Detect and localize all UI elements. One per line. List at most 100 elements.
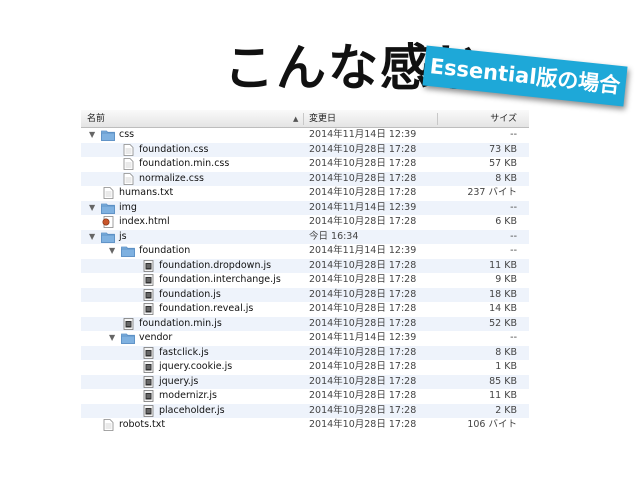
disclosure-triangle-icon[interactable]: ▼	[89, 203, 95, 212]
item-modified-date: 2014年11月14日 12:39	[309, 201, 417, 213]
finder-list-view: 名前 ▲ 変更日 サイズ ▼ css 2014年11月14日 12:39 -- foun…	[81, 110, 529, 440]
item-name[interactable]: foundation.min.css	[139, 157, 229, 172]
item-modified-date: 2014年10月28日 17:28	[309, 259, 417, 271]
file-row[interactable]: foundation.reveal.js 2014年10月28日 17:28 14 …	[81, 302, 529, 317]
item-name[interactable]: css	[119, 128, 134, 143]
item-size: 9 KB	[495, 274, 517, 285]
script-file-icon	[121, 317, 135, 330]
disclosure-triangle-icon[interactable]: ▼	[109, 246, 115, 255]
column-header-name[interactable]: 名前	[87, 110, 105, 128]
script-file-icon	[141, 303, 155, 315]
script-file-icon	[141, 375, 155, 388]
item-modified-date: 2014年10月28日 17:28	[309, 375, 417, 387]
folder-row[interactable]: ▼ js 今日 16:34 --	[81, 229, 529, 245]
folder-icon	[121, 332, 135, 344]
file-row[interactable]: foundation.css 2014年10月28日 17:28 73 KB	[81, 142, 529, 158]
file-row[interactable]: normalize.css 2014年10月28日 17:28 8 KB	[81, 171, 529, 187]
item-name[interactable]: img	[119, 201, 137, 216]
file-row[interactable]: fastclick.js 2014年10月28日 17:28 8 KB	[81, 345, 529, 361]
item-size: 8 KB	[495, 346, 517, 358]
column-header-bar: 名前 ▲ 変更日 サイズ	[81, 110, 529, 128]
item-name[interactable]: index.html	[119, 215, 170, 230]
script-file-icon	[141, 259, 155, 272]
item-name[interactable]: foundation.dropdown.js	[159, 259, 271, 274]
script-file-icon	[141, 288, 155, 301]
file-row[interactable]: robots.txt 2014年10月28日 17:28 106 バイト	[81, 418, 529, 433]
folder-row[interactable]: ▼ css 2014年11月14日 12:39 --	[81, 128, 529, 143]
folder-icon	[101, 202, 115, 214]
file-row[interactable]: index.html 2014年10月28日 17:28 6 KB	[81, 215, 529, 230]
file-row[interactable]: humans.txt 2014年10月28日 17:28 237 バイト	[81, 186, 529, 201]
item-modified-date: 2014年10月28日 17:28	[309, 404, 417, 416]
column-header-size[interactable]: サイズ	[443, 110, 517, 128]
item-size: 18 KB	[489, 288, 517, 300]
item-size: 237 バイト	[467, 187, 517, 198]
document-icon	[121, 158, 135, 170]
folder-row[interactable]: ▼ img 2014年11月14日 12:39 --	[81, 200, 529, 216]
item-size: 14 KB	[489, 303, 517, 314]
document-icon	[101, 187, 115, 199]
column-divider[interactable]	[303, 113, 304, 125]
item-size: 2 KB	[495, 404, 517, 416]
sort-ascending-icon[interactable]: ▲	[293, 110, 298, 128]
item-size: 6 KB	[495, 216, 517, 227]
file-row[interactable]: jquery.cookie.js 2014年10月28日 17:28 1 KB	[81, 360, 529, 375]
item-modified-date: 2014年10月28日 17:28	[309, 187, 417, 198]
item-name[interactable]: jquery.js	[159, 375, 198, 390]
item-modified-date: 2014年11月14日 12:39	[309, 129, 417, 140]
item-modified-date: 2014年10月28日 17:28	[309, 274, 417, 285]
folder-icon	[101, 231, 115, 243]
item-name[interactable]: foundation.reveal.js	[159, 302, 253, 317]
script-file-icon	[141, 346, 155, 359]
folder-row[interactable]: ▼ vendor 2014年11月14日 12:39 --	[81, 331, 529, 346]
item-modified-date: 2014年11月14日 12:39	[309, 245, 417, 256]
item-modified-date: 2014年10月28日 17:28	[309, 361, 417, 372]
file-row[interactable]: foundation.interchange.js 2014年10月28日 17:…	[81, 273, 529, 288]
script-file-icon	[141, 361, 155, 373]
file-rows: ▼ css 2014年11月14日 12:39 -- foundation.css 201…	[81, 128, 529, 433]
item-name[interactable]: normalize.css	[139, 172, 204, 187]
item-name[interactable]: foundation.interchange.js	[159, 273, 281, 288]
item-modified-date: 2014年10月28日 17:28	[309, 317, 417, 329]
file-row[interactable]: jquery.js 2014年10月28日 17:28 85 KB	[81, 374, 529, 390]
item-modified-date: 2014年10月28日 17:28	[309, 216, 417, 227]
item-size: 8 KB	[495, 172, 517, 184]
script-file-icon	[141, 274, 155, 286]
file-row[interactable]: foundation.min.js 2014年10月28日 17:28 52 KB	[81, 316, 529, 332]
item-name[interactable]: jquery.cookie.js	[159, 360, 232, 375]
item-name[interactable]: foundation.min.js	[139, 317, 222, 332]
item-modified-date: 2014年10月28日 17:28	[309, 419, 417, 430]
item-name[interactable]: placeholder.js	[159, 404, 225, 419]
item-size: --	[510, 332, 517, 343]
item-modified-date: 2014年10月28日 17:28	[309, 303, 417, 314]
item-size: 57 KB	[489, 158, 517, 169]
item-name[interactable]: fastclick.js	[159, 346, 209, 361]
script-file-icon	[141, 390, 155, 402]
item-name[interactable]: modernizr.js	[159, 389, 217, 404]
item-size: 11 KB	[489, 259, 517, 271]
file-row[interactable]: foundation.min.css 2014年10月28日 17:28 57 KB	[81, 157, 529, 172]
folder-row[interactable]: ▼ foundation 2014年11月14日 12:39 --	[81, 244, 529, 259]
item-name[interactable]: js	[119, 230, 127, 245]
file-row[interactable]: placeholder.js 2014年10月28日 17:28 2 KB	[81, 403, 529, 419]
item-modified-date: 2014年10月28日 17:28	[309, 158, 417, 169]
item-name[interactable]: robots.txt	[119, 418, 165, 433]
file-row[interactable]: modernizr.js 2014年10月28日 17:28 11 KB	[81, 389, 529, 404]
item-name[interactable]: foundation	[139, 244, 190, 259]
item-size: --	[510, 129, 517, 140]
item-name[interactable]: foundation.css	[139, 143, 208, 158]
item-modified-date: 2014年10月28日 17:28	[309, 390, 417, 401]
disclosure-triangle-icon[interactable]: ▼	[89, 232, 95, 241]
disclosure-triangle-icon[interactable]: ▼	[109, 333, 115, 342]
file-row[interactable]: foundation.dropdown.js 2014年10月28日 17:28 1…	[81, 258, 529, 274]
file-row[interactable]: foundation.js 2014年10月28日 17:28 18 KB	[81, 287, 529, 303]
disclosure-triangle-icon[interactable]: ▼	[89, 130, 95, 139]
item-modified-date: 今日 16:34	[309, 230, 359, 242]
column-header-modified[interactable]: 変更日	[309, 110, 336, 128]
item-name[interactable]: foundation.js	[159, 288, 221, 303]
item-size: 52 KB	[489, 317, 517, 329]
item-size: 1 KB	[495, 361, 517, 372]
item-name[interactable]: vendor	[139, 331, 172, 346]
column-divider[interactable]	[437, 113, 438, 125]
item-name[interactable]: humans.txt	[119, 186, 173, 201]
